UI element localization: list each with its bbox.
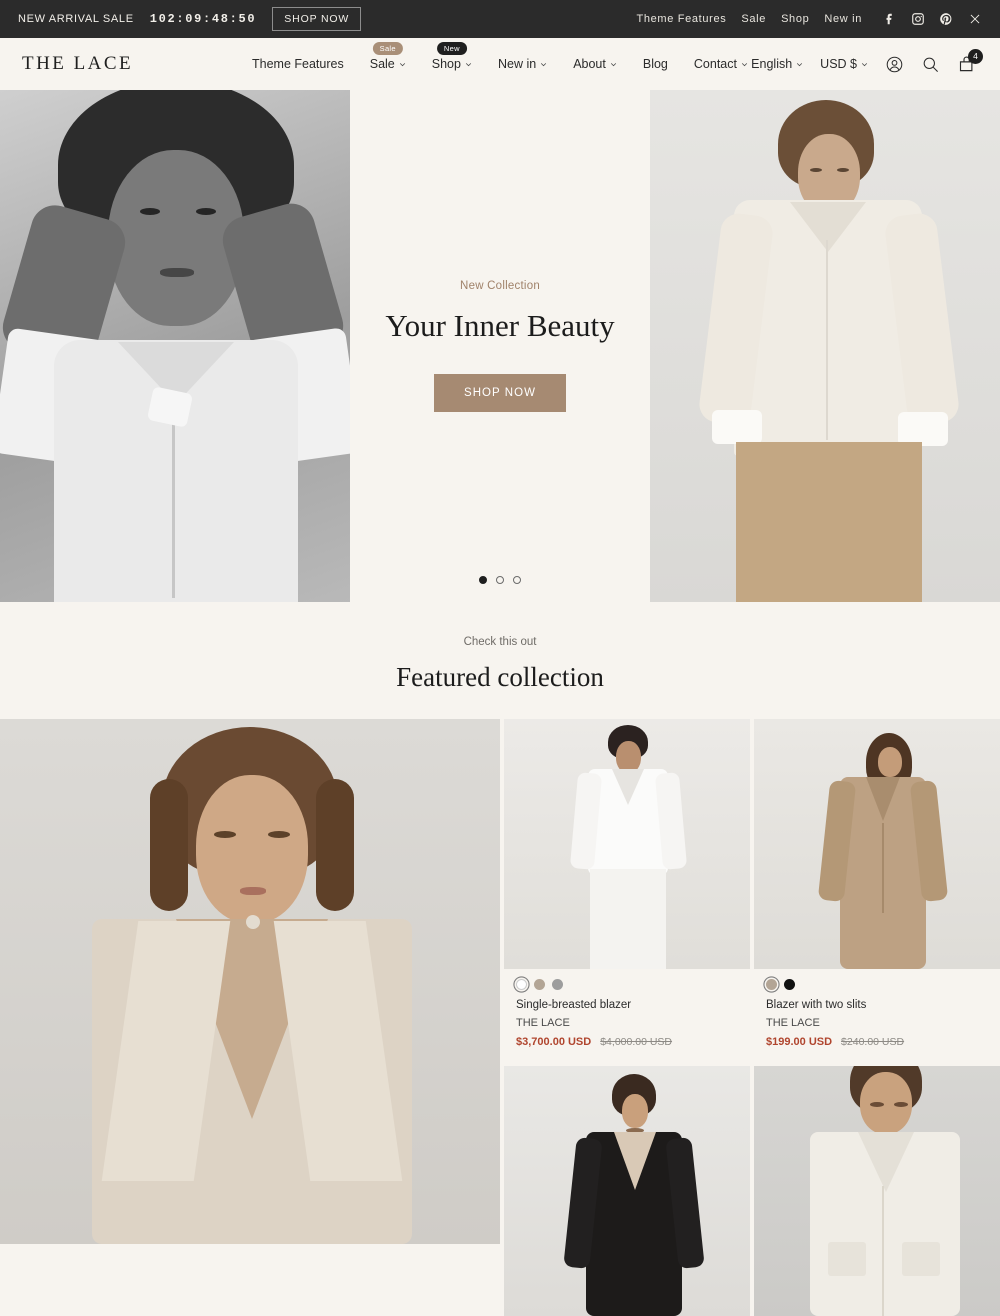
nav-label: About	[573, 57, 606, 71]
swatch-tan[interactable]	[766, 979, 777, 990]
announcement-link-sale[interactable]: Sale	[741, 13, 766, 25]
search-icon[interactable]	[921, 55, 940, 74]
product-image[interactable]	[504, 1066, 750, 1316]
product-swatches	[516, 979, 738, 990]
nav-item-about[interactable]: About	[573, 57, 617, 71]
product-vendor: THE LACE	[766, 1017, 820, 1029]
carousel-dot-2[interactable]	[496, 576, 504, 584]
product-title[interactable]: Blazer with two slits	[766, 999, 988, 1011]
product-price: $3,700.00 USD	[516, 1036, 592, 1048]
announcement-label: NEW ARRIVAL SALE	[18, 13, 134, 25]
main-navigation: Theme Features Sale Sale New Shop New in…	[252, 42, 748, 71]
chevron-down-icon	[861, 62, 868, 66]
hero-slider: New Collection Your Inner Beauty SHOP NO…	[0, 90, 1000, 602]
carousel-dot-3[interactable]	[513, 576, 521, 584]
product-prices: $3,700.00 USD $4,000.00 USD	[516, 1036, 738, 1048]
site-logo[interactable]: THE LACE	[22, 53, 133, 75]
product-swatches	[766, 979, 988, 990]
product-image[interactable]	[754, 1066, 1000, 1316]
cart-button[interactable]: 4	[957, 48, 983, 75]
featured-section-header: Check this out Featured collection	[0, 602, 1000, 719]
nav-badge-new: New	[436, 42, 467, 55]
nav-item-sale[interactable]: Sale Sale	[369, 42, 406, 71]
product-card[interactable]	[504, 1066, 750, 1316]
announcement-link-theme-features[interactable]: Theme Features	[636, 13, 726, 25]
product-title[interactable]: Single-breasted blazer	[516, 999, 738, 1011]
product-prices: $199.00 USD $240.00 USD	[766, 1036, 988, 1048]
featured-title: Featured collection	[396, 662, 604, 692]
swatch-black[interactable]	[784, 979, 795, 990]
nav-label: Shop	[431, 57, 461, 71]
nav-item-blog[interactable]: Blog	[643, 57, 668, 71]
swatch-white[interactable]	[516, 979, 527, 990]
currency-value: USD $	[820, 57, 857, 71]
chevron-down-icon	[610, 62, 616, 66]
product-price: $199.00 USD	[766, 1036, 833, 1048]
chevron-down-icon	[741, 62, 748, 66]
close-icon[interactable]	[968, 12, 982, 26]
product-collection-grid: Single-breasted blazer THE LACE $3,700.0…	[0, 719, 1000, 1316]
featured-eyebrow: Check this out	[463, 636, 537, 648]
hero-title: Your Inner Beauty	[385, 308, 615, 343]
featured-product-card[interactable]	[0, 719, 500, 1244]
hero-carousel-dots	[479, 576, 521, 584]
account-icon[interactable]	[885, 55, 904, 74]
pinterest-icon[interactable]	[939, 12, 953, 26]
product-info: Blazer with two slits THE LACE $199.00 U…	[754, 969, 1000, 1062]
chevron-down-icon	[465, 62, 472, 66]
instagram-icon[interactable]	[911, 12, 925, 26]
announcement-bar: NEW ARRIVAL SALE 102:09:48:50 SHOP NOW T…	[0, 0, 1000, 38]
announcement-link-new-in[interactable]: New in	[824, 13, 862, 25]
header-actions: English USD $ 4	[751, 48, 983, 75]
product-card[interactable]: Single-breasted blazer THE LACE $3,700.0…	[504, 719, 750, 1062]
currency-selector[interactable]: USD $	[820, 57, 868, 71]
hero-shop-now-button[interactable]: SHOP NOW	[434, 374, 566, 412]
swatch-tan[interactable]	[534, 979, 545, 990]
facebook-icon[interactable]	[883, 12, 897, 26]
nav-label: Contact	[693, 57, 737, 71]
product-vendor: THE LACE	[516, 1017, 570, 1029]
social-links	[883, 12, 953, 26]
countdown-timer: 102:09:48:50	[149, 12, 257, 26]
nav-item-new-in[interactable]: New in	[498, 57, 547, 71]
chevron-down-icon	[541, 62, 547, 66]
nav-item-contact[interactable]: Contact	[694, 57, 748, 71]
nav-badge-sale: Sale	[372, 42, 403, 55]
nav-label: Blog	[642, 57, 668, 71]
product-compare-at-price: $4,000.00 USD	[600, 1036, 673, 1048]
site-header: THE LACE Theme Features Sale Sale New Sh…	[0, 38, 1000, 90]
product-compare-at-price: $240.00 USD	[841, 1036, 905, 1048]
product-image[interactable]	[754, 719, 1000, 969]
announcement-left: NEW ARRIVAL SALE 102:09:48:50 SHOP NOW	[18, 7, 362, 31]
hero-content: New Collection Your Inner Beauty SHOP NO…	[350, 90, 650, 602]
product-card[interactable]	[754, 1066, 1000, 1316]
swatch-gray[interactable]	[552, 979, 563, 990]
chevron-down-icon	[797, 62, 803, 66]
nav-item-theme-features[interactable]: Theme Features	[252, 57, 344, 71]
language-value: English	[751, 57, 793, 71]
nav-item-shop[interactable]: New Shop	[431, 42, 472, 71]
language-selector[interactable]: English	[751, 57, 803, 71]
announcement-shop-now-button[interactable]: SHOP NOW	[272, 7, 362, 31]
announcement-link-shop[interactable]: Shop	[781, 13, 809, 25]
nav-label: Sale	[369, 57, 395, 71]
product-grid: Single-breasted blazer THE LACE $3,700.0…	[504, 719, 1000, 1316]
hero-eyebrow: New Collection	[460, 280, 540, 292]
nav-label: Theme Features	[252, 57, 344, 71]
carousel-dot-1[interactable]	[479, 576, 487, 584]
product-card[interactable]: Blazer with two slits THE LACE $199.00 U…	[754, 719, 1000, 1062]
hero-image-left[interactable]	[0, 90, 350, 602]
announcement-right: Theme Features Sale Shop New in	[636, 12, 982, 26]
product-image[interactable]	[504, 719, 750, 969]
nav-label: New in	[497, 57, 537, 71]
cart-count-badge: 4	[968, 48, 983, 64]
chevron-down-icon	[399, 62, 405, 66]
product-info: Single-breasted blazer THE LACE $3,700.0…	[504, 969, 750, 1062]
hero-image-right[interactable]	[650, 90, 1000, 602]
